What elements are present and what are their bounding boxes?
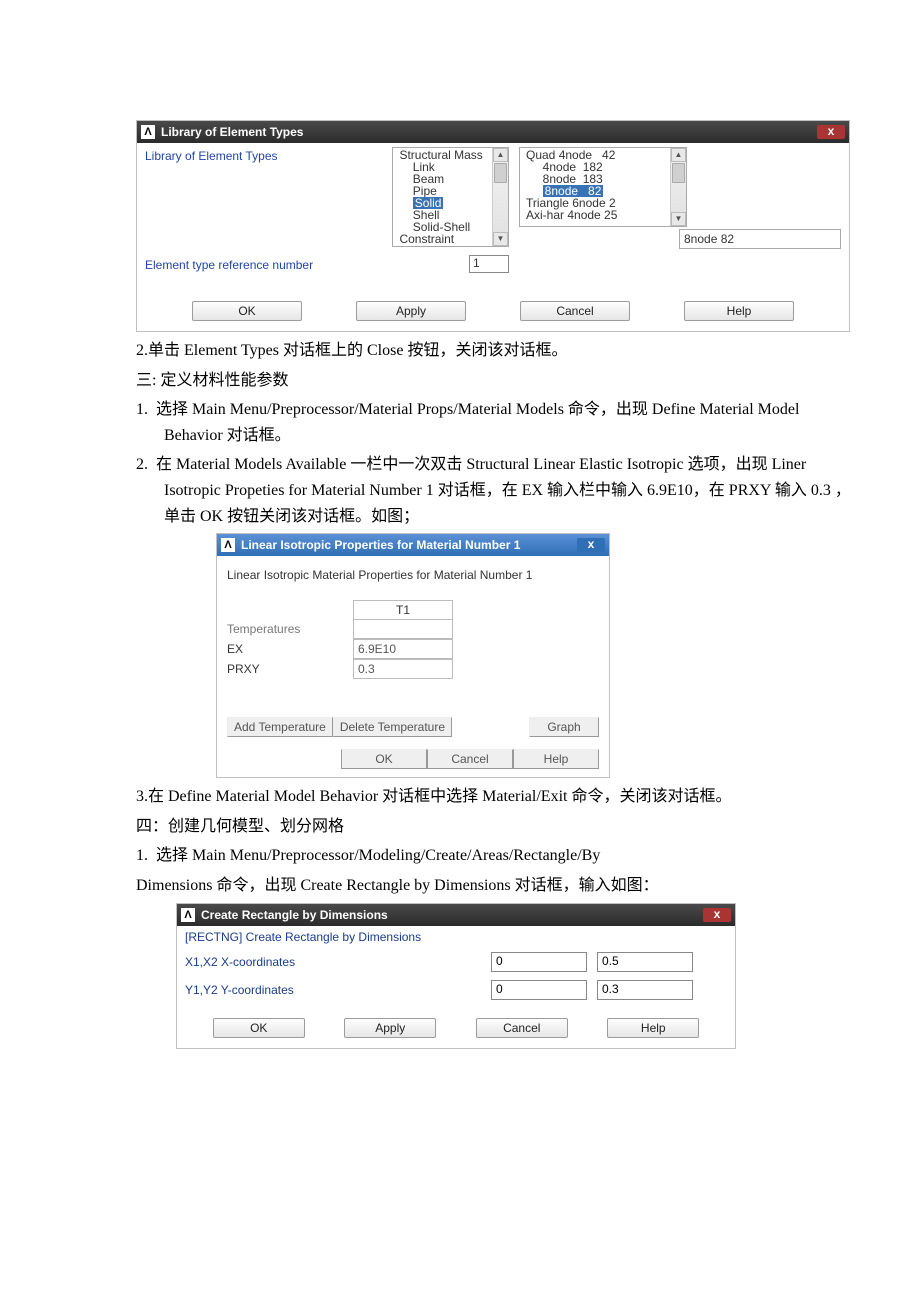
body-text: 四：创建几何模型、划分网格	[136, 814, 854, 840]
titlebar: Λ Library of Element Types x	[137, 121, 849, 143]
scrollbar[interactable]: ▲ ▼	[492, 148, 508, 246]
help-button[interactable]: Help	[513, 749, 599, 769]
temperatures-input[interactable]	[353, 619, 453, 639]
ok-button[interactable]: OK	[213, 1018, 305, 1038]
y1-input[interactable]: 0	[491, 980, 587, 1000]
dialog-title: Create Rectangle by Dimensions	[201, 908, 388, 922]
selected-element-display: 8node 82	[679, 229, 841, 249]
body-text: 2.单击 Element Types 对话框上的 Close 按钮，关闭该对话框…	[136, 338, 854, 364]
body-text: 2. 在 Material Models Available 一栏中一次双击 S…	[136, 452, 854, 529]
dialog-title: Library of Element Types	[161, 125, 303, 139]
close-icon[interactable]: x	[817, 125, 845, 139]
temperatures-label: Temperatures	[227, 619, 353, 639]
list-item[interactable]: Axi-har 4node 25	[526, 209, 680, 221]
scroll-down-icon[interactable]: ▼	[493, 232, 508, 246]
app-logo-icon: Λ	[141, 125, 155, 139]
help-button[interactable]: Help	[607, 1018, 699, 1038]
delete-temperature-button[interactable]: Delete Temperature	[333, 717, 452, 737]
library-of-element-types-dialog: Λ Library of Element Types x Library of …	[136, 120, 850, 332]
titlebar: Λ Linear Isotropic Properties for Materi…	[217, 534, 609, 556]
element-type-listbox[interactable]: Quad 4node 42 4node 182 8node 183 8node …	[519, 147, 687, 227]
x-coords-label: X1,X2 X-coordinates	[185, 955, 491, 969]
y2-input[interactable]: 0.3	[597, 980, 693, 1000]
app-logo-icon: Λ	[221, 538, 235, 552]
body-text: 1. 选择 Main Menu/Preprocessor/Modeling/Cr…	[136, 843, 854, 869]
close-icon[interactable]: x	[577, 538, 605, 552]
cancel-button[interactable]: Cancel	[427, 749, 513, 769]
column-header: T1	[353, 600, 453, 619]
add-temperature-button[interactable]: Add Temperature	[227, 717, 333, 737]
apply-button[interactable]: Apply	[344, 1018, 436, 1038]
y-coords-label: Y1,Y2 Y-coordinates	[185, 983, 491, 997]
scroll-thumb[interactable]	[672, 163, 685, 183]
list-item[interactable]: Constraint	[399, 233, 502, 245]
ref-number-input[interactable]: 1	[469, 255, 509, 273]
scroll-up-icon[interactable]: ▲	[671, 148, 686, 162]
body-text: 3.在 Define Material Model Behavior 对话框中选…	[136, 784, 854, 810]
scrollbar[interactable]: ▲ ▼	[670, 148, 686, 226]
titlebar: Λ Create Rectangle by Dimensions x	[177, 904, 735, 926]
graph-button[interactable]: Graph	[529, 717, 599, 737]
dialog-title: Linear Isotropic Properties for Material…	[241, 538, 520, 552]
scroll-thumb[interactable]	[494, 163, 507, 183]
create-rectangle-dialog: Λ Create Rectangle by Dimensions x [RECT…	[176, 903, 736, 1049]
body-text: Dimensions 命令，出现 Create Rectangle by Dim…	[136, 873, 854, 899]
app-logo-icon: Λ	[181, 908, 195, 922]
scroll-down-icon[interactable]: ▼	[671, 212, 686, 226]
ok-button[interactable]: OK	[341, 749, 427, 769]
body-text: 三: 定义材料性能参数	[136, 368, 854, 394]
x2-input[interactable]: 0.5	[597, 952, 693, 972]
body-text: 1. 选择 Main Menu/Preprocessor/Material Pr…	[136, 397, 854, 448]
close-icon[interactable]: x	[703, 908, 731, 922]
help-button[interactable]: Help	[684, 301, 794, 321]
dialog-heading: Linear Isotropic Material Properties for…	[227, 568, 599, 582]
linear-isotropic-dialog: Λ Linear Isotropic Properties for Materi…	[216, 533, 610, 778]
element-category-listbox[interactable]: Structural Mass Link Beam Pipe Solid She…	[392, 147, 509, 247]
ex-label: EX	[227, 639, 353, 659]
ok-button[interactable]: OK	[192, 301, 302, 321]
prxy-input[interactable]: 0.3	[353, 659, 453, 679]
apply-button[interactable]: Apply	[356, 301, 466, 321]
cancel-button[interactable]: Cancel	[476, 1018, 568, 1038]
ref-number-label: Element type reference number	[145, 256, 469, 272]
ex-input[interactable]: 6.9E10	[353, 639, 453, 659]
x1-input[interactable]: 0	[491, 952, 587, 972]
prxy-label: PRXY	[227, 659, 353, 679]
cancel-button[interactable]: Cancel	[520, 301, 630, 321]
rectng-subtitle: [RECTNG] Create Rectangle by Dimensions	[185, 930, 491, 944]
library-label: Library of Element Types	[145, 147, 392, 163]
scroll-up-icon[interactable]: ▲	[493, 148, 508, 162]
